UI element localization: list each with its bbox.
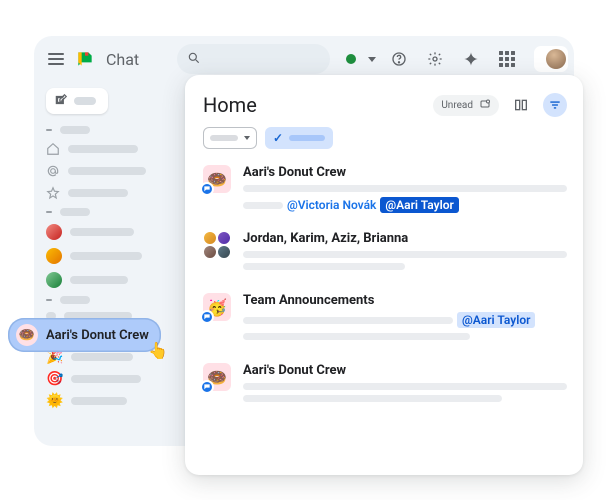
target-icon: 🎯 [46,372,63,386]
panel-title: Home [203,93,257,117]
placeholder [243,185,567,192]
account-button[interactable] [534,46,568,72]
placeholder [243,333,470,340]
avatar [546,49,566,69]
placeholder [289,135,325,141]
chevron-down-icon [244,136,250,140]
feed-item-title: Team Announcements [243,293,567,308]
mention-link[interactable]: @Victoria Novák [287,198,376,212]
feed: 🍩 Aari's Donut Crew @Victoria Novák @Aar… [203,165,575,407]
view-toggle-button[interactable] [509,93,533,117]
feed-item[interactable]: 🍩 Aari's Donut Crew [203,363,575,407]
settings-button[interactable] [422,46,448,72]
sidebar-item[interactable] [42,182,160,204]
group-avatar [203,231,231,259]
placeholder [243,202,283,209]
feed-item[interactable]: 🍩 Aari's Donut Crew @Victoria Novák @Aar… [203,165,575,213]
star-icon [46,186,60,200]
filter-dropdown[interactable] [203,127,257,149]
search-icon [187,50,201,69]
status-caret-icon[interactable] [368,57,376,62]
sidebar-item[interactable] [42,244,160,268]
mention-pill[interactable]: @Aari Taylor [380,197,458,213]
menu-button[interactable] [48,53,64,65]
sidebar-item[interactable] [42,138,160,160]
filter-chip-active[interactable]: ✓ [265,127,333,149]
placeholder [243,263,405,270]
sidebar-section-header[interactable] [42,122,160,138]
unread-toggle[interactable]: Unread [433,95,499,116]
gemini-button[interactable] [458,46,484,72]
tooltip-label: Aari's Donut Crew [46,328,149,343]
help-button[interactable] [386,46,412,72]
placeholder [74,97,96,105]
app-title: Chat [106,50,139,69]
unread-icon [479,98,491,113]
unread-label: Unread [441,100,473,111]
sidebar-item[interactable] [42,220,160,244]
sidebar: 🍩 🎉 🎯 🌞 [34,82,166,446]
feed-item[interactable]: Jordan, Karim, Aziz, Brianna [203,231,575,275]
sidebar-section-header[interactable] [42,292,160,308]
filter-row: ✓ [203,127,575,149]
placeholder [243,395,502,402]
sidebar-item[interactable] [42,268,160,292]
sun-icon: 🌞 [46,394,63,408]
mention-icon [46,164,60,178]
thread-badge-icon [200,182,214,196]
hover-tooltip: 🍩 Aari's Donut Crew [8,318,161,352]
sidebar-section-header[interactable] [42,204,160,220]
chat-logo [74,49,96,69]
placeholder [210,135,238,141]
feed-item-title: Aari's Donut Crew [243,363,567,378]
donut-icon: 🍩 [16,324,38,346]
search-input[interactable] [177,44,330,74]
mention-pill[interactable]: @Aari Taylor [457,312,535,328]
filter-button[interactable] [543,93,567,117]
feed-item-title: Aari's Donut Crew [243,165,567,180]
home-icon [46,142,60,156]
placeholder [243,383,567,390]
status-active-icon [346,54,356,64]
sidebar-item[interactable] [42,160,160,182]
placeholder [243,251,567,258]
sidebar-item[interactable]: 🌞 [42,390,160,412]
thread-badge-icon [200,380,214,394]
party-icon: 🎉 [46,350,63,364]
main-panel: Home Unread ✓ [185,75,583,475]
new-chat-icon [54,92,68,111]
thread-badge-icon [200,310,214,324]
apps-button[interactable] [494,46,520,72]
feed-item-title: Jordan, Karim, Aziz, Brianna [243,231,567,246]
sidebar-item[interactable]: 🎯 [42,368,160,390]
check-icon: ✓ [273,131,283,145]
feed-item[interactable]: 🥳 Team Announcements @Aari Taylor [203,293,575,345]
placeholder [243,317,453,324]
new-chat-button[interactable] [46,88,108,114]
